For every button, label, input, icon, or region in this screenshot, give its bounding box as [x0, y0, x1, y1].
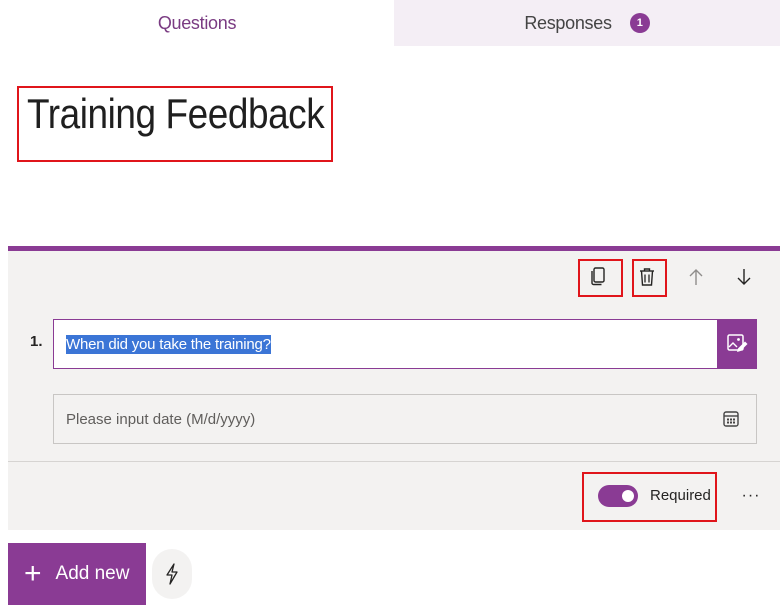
title-highlight-box [17, 86, 333, 162]
question-text[interactable]: When did you take the training? [66, 334, 271, 354]
tab-questions[interactable]: Questions [0, 0, 394, 46]
card-divider [8, 461, 780, 462]
plus-icon: + [24, 557, 42, 590]
edit-image-icon [727, 334, 748, 352]
tab-responses[interactable]: Responses 1 [394, 0, 780, 46]
lightning-icon [166, 563, 178, 585]
tab-responses-label: Responses [524, 12, 612, 33]
date-placeholder: Please input date (M/d/yyyy) [66, 410, 256, 428]
required-highlight-box [582, 472, 717, 522]
more-options-button[interactable]: ··· [738, 484, 764, 508]
arrow-down-icon [737, 269, 751, 285]
question-text-field[interactable]: When did you take the training? [53, 319, 718, 369]
date-answer-field[interactable]: Please input date (M/d/yyyy) [53, 394, 757, 444]
delete-highlight-box [632, 259, 667, 297]
tab-questions-label: Questions [157, 12, 237, 33]
add-new-button[interactable]: + Add new [8, 543, 146, 605]
quick-import-button[interactable] [152, 549, 192, 599]
move-down-button[interactable] [729, 262, 759, 292]
responses-count-badge: 1 [629, 13, 650, 33]
question-number: 1. [30, 333, 43, 350]
copy-highlight-box [578, 259, 623, 297]
add-new-label: Add new [55, 563, 130, 584]
arrow-up-icon [689, 269, 703, 285]
move-up-button[interactable] [681, 262, 711, 292]
insert-media-button[interactable] [717, 319, 757, 369]
calendar-icon[interactable] [722, 410, 740, 428]
